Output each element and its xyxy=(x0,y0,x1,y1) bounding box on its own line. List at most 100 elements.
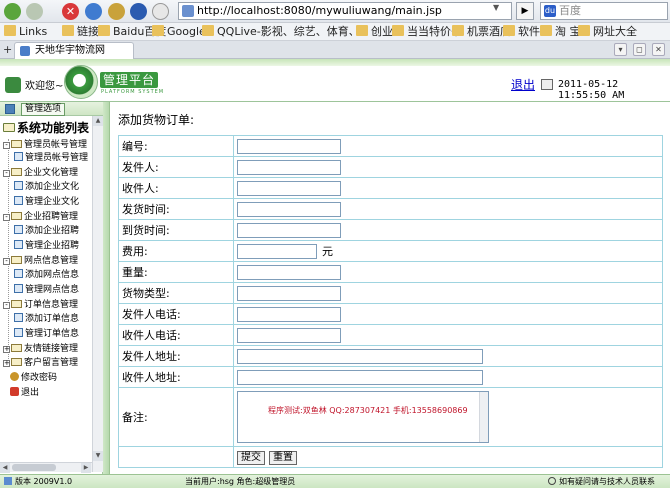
scroll-right-icon[interactable]: ▶ xyxy=(81,463,91,473)
collapse-icon[interactable]: - xyxy=(3,170,10,177)
bookmark-item[interactable]: 创业 xyxy=(356,25,393,39)
collapse-icon[interactable]: - xyxy=(3,142,10,149)
tree-group-recruit[interactable]: - 企业招聘管理 xyxy=(3,211,78,224)
welcome-text: 欢迎您~ xyxy=(25,81,64,92)
scroll-up-icon[interactable]: ▲ xyxy=(93,116,103,126)
address-text: http://localhost:8080/mywuliuwang/main.j… xyxy=(197,4,442,17)
folder-icon xyxy=(503,25,515,36)
textarea-scrollbar[interactable] xyxy=(479,392,488,442)
bookmark-item[interactable]: Google xyxy=(152,25,206,39)
bookmark-item[interactable]: QQLive-影视、综艺、体育、直播，... xyxy=(202,25,352,39)
sidebar-logout-link[interactable]: 退出 xyxy=(10,387,39,400)
text-input[interactable] xyxy=(237,138,341,154)
tree-group-outlets[interactable]: - 网点信息管理 xyxy=(3,255,78,268)
back-button[interactable] xyxy=(4,3,21,20)
tree-item[interactable]: 添加企业招聘 xyxy=(14,225,79,238)
bookmark-item[interactable]: 淘 宝 xyxy=(540,25,581,39)
text-input[interactable] xyxy=(237,180,341,196)
taobao-icon xyxy=(540,25,552,36)
text-input[interactable] xyxy=(237,244,317,260)
edit-icon xyxy=(14,152,23,161)
restore-icon[interactable]: ◻ xyxy=(633,43,646,56)
tree-group-orders[interactable]: - 订单信息管理 xyxy=(3,299,78,312)
expand-icon[interactable]: + xyxy=(3,346,10,353)
field-label: 重量: xyxy=(118,261,234,283)
text-input[interactable] xyxy=(237,159,341,175)
tree-item[interactable]: 添加订单信息 xyxy=(14,313,79,326)
text-input[interactable] xyxy=(237,369,483,385)
scroll-left-icon[interactable]: ◀ xyxy=(0,463,10,473)
search-input[interactable]: du 百度 xyxy=(540,2,668,20)
logo-subtitle: PLATFORM SYSTEM xyxy=(101,89,165,95)
order-form: 编号: 发件人: 收件人: 发货时间: 到货时间: 费用: 元重量: 货物类型: 发件人电话: 收… xyxy=(118,135,663,468)
sidebar-horizontal-scrollbar[interactable]: ◀ ▶ xyxy=(0,462,92,473)
submit-button[interactable]: 提交 xyxy=(237,450,265,465)
form-row: 收件人: xyxy=(118,177,663,199)
tree-item[interactable]: 管理订单信息 xyxy=(14,328,79,341)
sidebar-vertical-scrollbar[interactable]: ▲ ▼ xyxy=(92,116,103,472)
history-icon[interactable] xyxy=(130,3,147,20)
text-input[interactable] xyxy=(237,222,341,238)
tree-item[interactable]: 管理企业招聘 xyxy=(14,240,79,253)
edit-icon xyxy=(14,284,23,293)
collapse-icon[interactable]: - xyxy=(3,214,10,221)
bookmark-item[interactable]: 软件 xyxy=(503,25,540,39)
tree-item[interactable]: 添加企业文化 xyxy=(14,181,79,194)
bookmark-item[interactable]: Links xyxy=(4,25,47,39)
tab-bar: + 天地华宇物流网 ▾ ◻ ✕ xyxy=(0,41,670,59)
key-icon xyxy=(10,372,19,381)
main-content: 添加货物订单: 编号: 发件人: 收件人: 发货时间: 到货时间: 费用: 元重量: 货物类型… xyxy=(110,102,670,474)
tree-item[interactable]: 添加网点信息 xyxy=(14,269,79,282)
expand-icon[interactable]: + xyxy=(3,360,10,367)
tab-main[interactable]: 天地华宇物流网 xyxy=(14,42,134,59)
chevron-down-icon[interactable]: ▼ xyxy=(493,3,499,12)
logo-icon xyxy=(64,65,98,99)
form-row: 发件人: xyxy=(118,156,663,178)
form-row: 发件人电话: xyxy=(118,303,663,325)
tree-group-links[interactable]: + 友情链接管理 xyxy=(3,343,78,356)
scroll-thumb[interactable] xyxy=(12,464,56,471)
tree-group-admin[interactable]: - 管理员帐号管理 xyxy=(3,139,87,152)
logout-link[interactable]: 退出 xyxy=(511,76,535,93)
forward-button[interactable] xyxy=(26,3,43,20)
plane-icon xyxy=(452,25,464,36)
reset-button[interactable]: 重置 xyxy=(269,450,297,465)
frame-divider[interactable] xyxy=(103,102,110,474)
field-label: 发件人: xyxy=(118,156,234,178)
home-button[interactable] xyxy=(108,3,125,20)
scroll-down-icon[interactable]: ▼ xyxy=(93,451,103,461)
status-footer: 版本 2009V1.0 当前用户:hsg 角色:超级管理员 如有疑问请与技术人员… xyxy=(0,474,670,488)
tree-item[interactable]: 管理企业文化 xyxy=(14,196,79,209)
logo-title: 管理平台 xyxy=(100,72,158,88)
tree-group-messages[interactable]: + 客户留言管理 xyxy=(3,357,78,370)
tree-item[interactable]: 管理员帐号管理 xyxy=(14,152,88,165)
text-input[interactable] xyxy=(237,285,341,301)
bookmark-icon[interactable] xyxy=(152,3,169,20)
close-icon[interactable]: ✕ xyxy=(652,43,665,56)
text-input[interactable] xyxy=(237,306,341,322)
options-tab[interactable]: 管理选项 xyxy=(21,103,66,116)
text-input[interactable] xyxy=(237,201,341,217)
change-password-link[interactable]: 修改密码 xyxy=(10,372,57,385)
collapse-icon[interactable]: - xyxy=(3,302,10,309)
field-label: 货物类型: xyxy=(118,282,234,304)
bookmark-item[interactable]: 链接 xyxy=(62,25,99,39)
address-bar[interactable]: http://localhost:8080/mywuliuwang/main.j… xyxy=(178,2,512,20)
tab-list-icon[interactable]: ▾ xyxy=(614,43,627,56)
edit-icon xyxy=(14,181,23,190)
stop-button[interactable]: ✕ xyxy=(62,3,79,20)
text-input[interactable] xyxy=(237,264,341,280)
new-tab-icon[interactable]: + xyxy=(3,43,12,56)
page-title: 添加货物订单: xyxy=(118,113,195,127)
tree-group-culture[interactable]: - 企业文化管理 xyxy=(3,167,78,180)
remark-textarea[interactable]: 程序测试:双鱼林 QQ:287307421 手机:13558690869 xyxy=(237,391,489,443)
folder-icon xyxy=(11,212,22,220)
text-input[interactable] xyxy=(237,348,483,364)
collapse-icon[interactable]: - xyxy=(3,258,10,265)
tree-item[interactable]: 管理网点信息 xyxy=(14,284,79,297)
go-button[interactable]: ▶ xyxy=(516,2,534,20)
refresh-button[interactable] xyxy=(85,3,102,20)
bookmark-item[interactable]: 网址大全 xyxy=(578,25,637,39)
text-input[interactable] xyxy=(237,327,341,343)
info-icon xyxy=(4,477,12,485)
